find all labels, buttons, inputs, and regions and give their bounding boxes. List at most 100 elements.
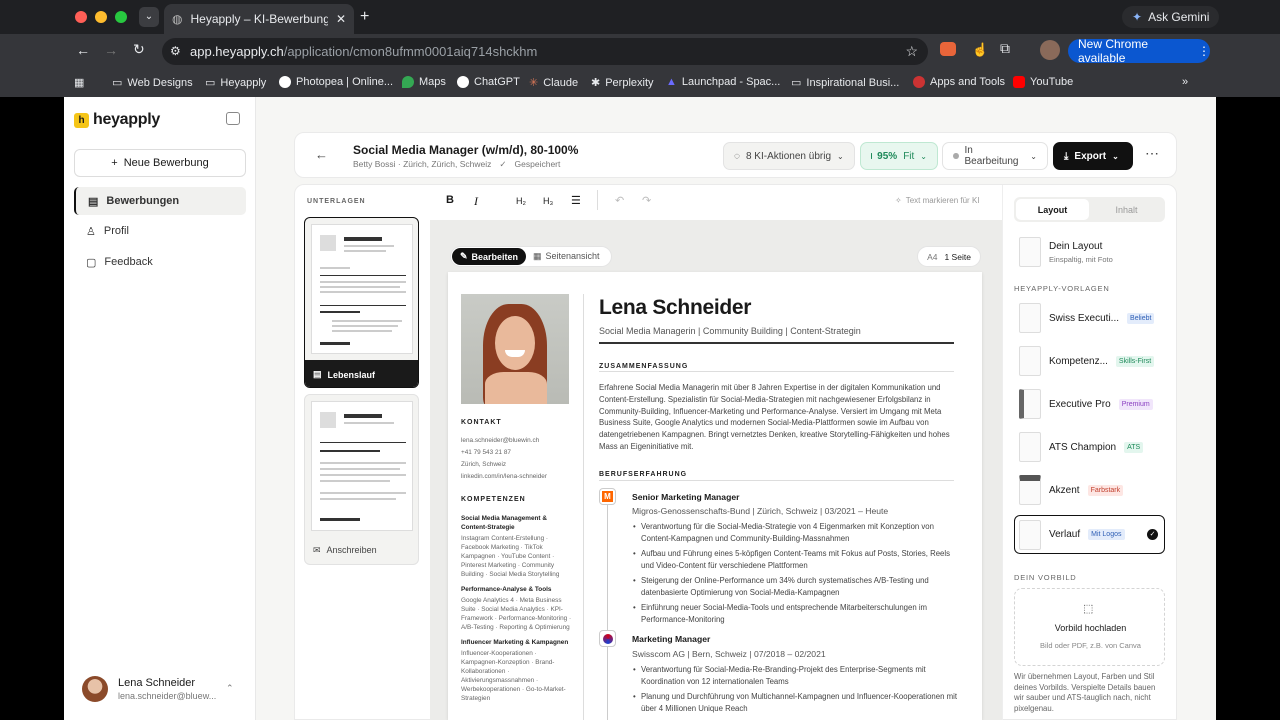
upload-subtitle: Bild oder PDF, z.B. von Canva: [1040, 641, 1141, 650]
apps-grid-icon[interactable]: ▦: [74, 76, 84, 89]
bookmark-label: Launchpad - Spac...: [681, 76, 781, 88]
job-bullet: Verantwortung für Social-Media-Re-Brandi…: [633, 664, 961, 688]
new-chrome-button[interactable]: New Chrome available ⋮: [1068, 37, 1210, 65]
tab-search-icon[interactable]: ⌄: [139, 7, 159, 27]
collapse-sidebar-icon[interactable]: [226, 112, 240, 125]
edit-mode-button[interactable]: ✎ Bearbeiten: [452, 248, 526, 265]
job-title: Senior Marketing Manager: [632, 492, 740, 502]
sidebar-item-feedback[interactable]: ▢ Feedback: [74, 248, 246, 276]
own-layout-option[interactable]: Dein Layout Einspaltig, mit Foto: [1015, 233, 1165, 271]
bookmark-label: Photopea | Online...: [296, 76, 394, 88]
contact-email: lena.schneider@bluewin.ch: [461, 437, 540, 444]
back-icon[interactable]: ←: [76, 42, 90, 58]
extensions-puzzle-icon[interactable]: ⧉: [1000, 40, 1010, 57]
bookmark-maps[interactable]: Maps: [402, 76, 446, 88]
template-thumbnail: [1019, 389, 1041, 419]
contact-phone: +41 79 543 21 87: [461, 449, 511, 456]
page-view-button[interactable]: ▦ Seitenansicht: [533, 251, 600, 262]
export-label: Export: [1074, 150, 1107, 162]
bookmark-launchpad[interactable]: ▲ Launchpad - Spac...: [666, 76, 780, 88]
bookmark-youtube[interactable]: YouTube: [1013, 76, 1073, 88]
sparkle-icon: ✧: [895, 196, 902, 205]
chevron-updown-icon[interactable]: ⌃: [226, 683, 234, 694]
back-arrow-icon[interactable]: ←: [315, 147, 328, 162]
new-tab-icon[interactable]: +: [360, 8, 369, 26]
site-info-icon[interactable]: ⚙: [170, 44, 181, 58]
logo[interactable]: h heyapply: [74, 111, 160, 129]
profile-photo: [461, 294, 569, 404]
template-badge: Mit Logos: [1088, 529, 1125, 540]
template-verlauf[interactable]: Verlauf Mit Logos ✓: [1014, 515, 1165, 554]
template-kompetenz[interactable]: Kompetenz... Skills-First: [1015, 342, 1165, 380]
forward-icon[interactable]: →: [104, 42, 118, 58]
template-akzent[interactable]: Akzent Farbstark: [1015, 471, 1165, 509]
job-bullet: Planung und Durchführung von Multichanne…: [633, 691, 961, 715]
browser-tab[interactable]: ◍ Heyapply – KI-Bewerbungstool ✕: [164, 4, 354, 34]
template-name: Swiss Executi...: [1049, 312, 1120, 324]
extension-icon[interactable]: [940, 42, 956, 56]
bookmark-chatgpt[interactable]: ChatGPT: [457, 76, 520, 88]
ai-hint-text: Text markieren für KI: [905, 196, 980, 205]
export-button[interactable]: ⤓ Export ⌄: [1053, 142, 1133, 170]
heading2-icon[interactable]: H₂: [516, 196, 526, 206]
bookmark-perplexity[interactable]: ✱ Perplexity: [591, 76, 654, 90]
template-name: ATS Champion: [1049, 441, 1117, 453]
bold-icon[interactable]: B: [446, 194, 454, 206]
bookmark-inspirational[interactable]: ▭ Inspirational Busi...: [791, 76, 899, 90]
own-layout-title: Dein Layout: [1049, 240, 1103, 252]
bookmark-heyapply[interactable]: ▭ Heyapply: [205, 76, 266, 90]
list-icon[interactable]: ☰: [571, 194, 581, 207]
page-count: 1 Seite: [944, 251, 971, 262]
address-bar[interactable]: ⚙ app.heyapply.ch/application/cmon8ufmm0…: [162, 38, 928, 65]
tab-layout[interactable]: Layout: [1016, 199, 1089, 220]
layout-thumbnail: [1019, 237, 1041, 267]
cv-label: Lebenslauf: [327, 369, 376, 380]
claude-icon: ✳: [529, 77, 539, 89]
bookmark-photopea[interactable]: Photopea | Online...: [279, 76, 393, 88]
browser-tab-bar: ⌄ ◍ Heyapply – KI-Bewerbungstool ✕ + ✦ As…: [0, 0, 1280, 34]
skill-group-items: Google Analytics 4 · Meta Business Suite…: [461, 597, 572, 631]
minimize-window-button[interactable]: [95, 11, 107, 23]
skill-group-title: Social Media Management & Content-Strate…: [461, 515, 547, 531]
sidebar: h heyapply + Neue Bewerbung ▤ Bewerbungen …: [64, 97, 256, 720]
zoom-window-button[interactable]: [115, 11, 127, 23]
close-tab-icon[interactable]: ✕: [336, 12, 346, 26]
skill-group-title: Influencer Marketing & Kampagnen: [461, 639, 569, 646]
new-application-button[interactable]: + Neue Bewerbung: [74, 149, 246, 177]
bookmark-claude[interactable]: ✳ Claude: [529, 76, 579, 90]
pointer-extension-icon[interactable]: ☝: [972, 42, 988, 58]
letter-document-card[interactable]: ✉ Anschreiben: [304, 394, 419, 565]
upload-dropzone[interactable]: ⬚ Vorbild hochladen Bild oder PDF, z.B. …: [1014, 588, 1165, 666]
fit-score-chip[interactable]: 95% Fit ⌄: [860, 142, 938, 170]
sidebar-item-profil[interactable]: ♙ Profil: [74, 217, 246, 245]
profile-avatar[interactable]: [1040, 40, 1060, 60]
ask-gemini-button[interactable]: ✦ Ask Gemini: [1122, 6, 1220, 28]
template-name: Akzent: [1049, 484, 1080, 496]
bookmark-apps-tools[interactable]: Apps and Tools: [913, 76, 1005, 88]
more-bookmarks-icon[interactable]: »: [1182, 76, 1188, 88]
bookmark-label: Claude: [543, 76, 579, 89]
bookmark-web-designs[interactable]: ▭ Web Designs: [112, 76, 193, 90]
contact-linkedin: linkedin.com/in/lena-schneider: [461, 473, 547, 480]
sidebar-item-bewerbungen[interactable]: ▤ Bewerbungen: [74, 187, 246, 215]
template-ats-champion[interactable]: ATS Champion ATS: [1015, 428, 1165, 466]
user-avatar[interactable]: [82, 676, 108, 702]
bookmark-star-icon[interactable]: ☆: [905, 43, 918, 60]
close-window-button[interactable]: [75, 11, 87, 23]
application-header: ← Social Media Manager (w/m/d), 80-100% …: [294, 132, 1177, 178]
italic-icon[interactable]: I: [474, 194, 478, 209]
more-options-icon[interactable]: ⋯: [1145, 145, 1159, 162]
skills-heading: KOMPETENZEN: [461, 496, 526, 503]
reload-icon[interactable]: ↻: [133, 41, 145, 58]
tab-content[interactable]: Inhalt: [1090, 199, 1163, 220]
ai-actions-chip[interactable]: ◌ 8 KI-Aktionen übrig ⌄: [723, 142, 855, 170]
template-swiss-executive[interactable]: Swiss Executi... Beliebt: [1015, 299, 1165, 337]
cv-document-card[interactable]: ▤ Lebenslauf: [304, 217, 419, 388]
status-dropdown[interactable]: In Bearbeitung ⌄: [942, 142, 1048, 170]
new-application-label: Neue Bewerbung: [123, 157, 209, 169]
undo-icon[interactable]: ↶: [615, 194, 624, 207]
heading3-icon[interactable]: H₃: [543, 196, 553, 206]
redo-icon[interactable]: ↷: [642, 194, 651, 207]
sidebar-item-label: Profil: [103, 225, 129, 237]
template-executive-pro[interactable]: Executive Pro Premium: [1015, 385, 1165, 423]
